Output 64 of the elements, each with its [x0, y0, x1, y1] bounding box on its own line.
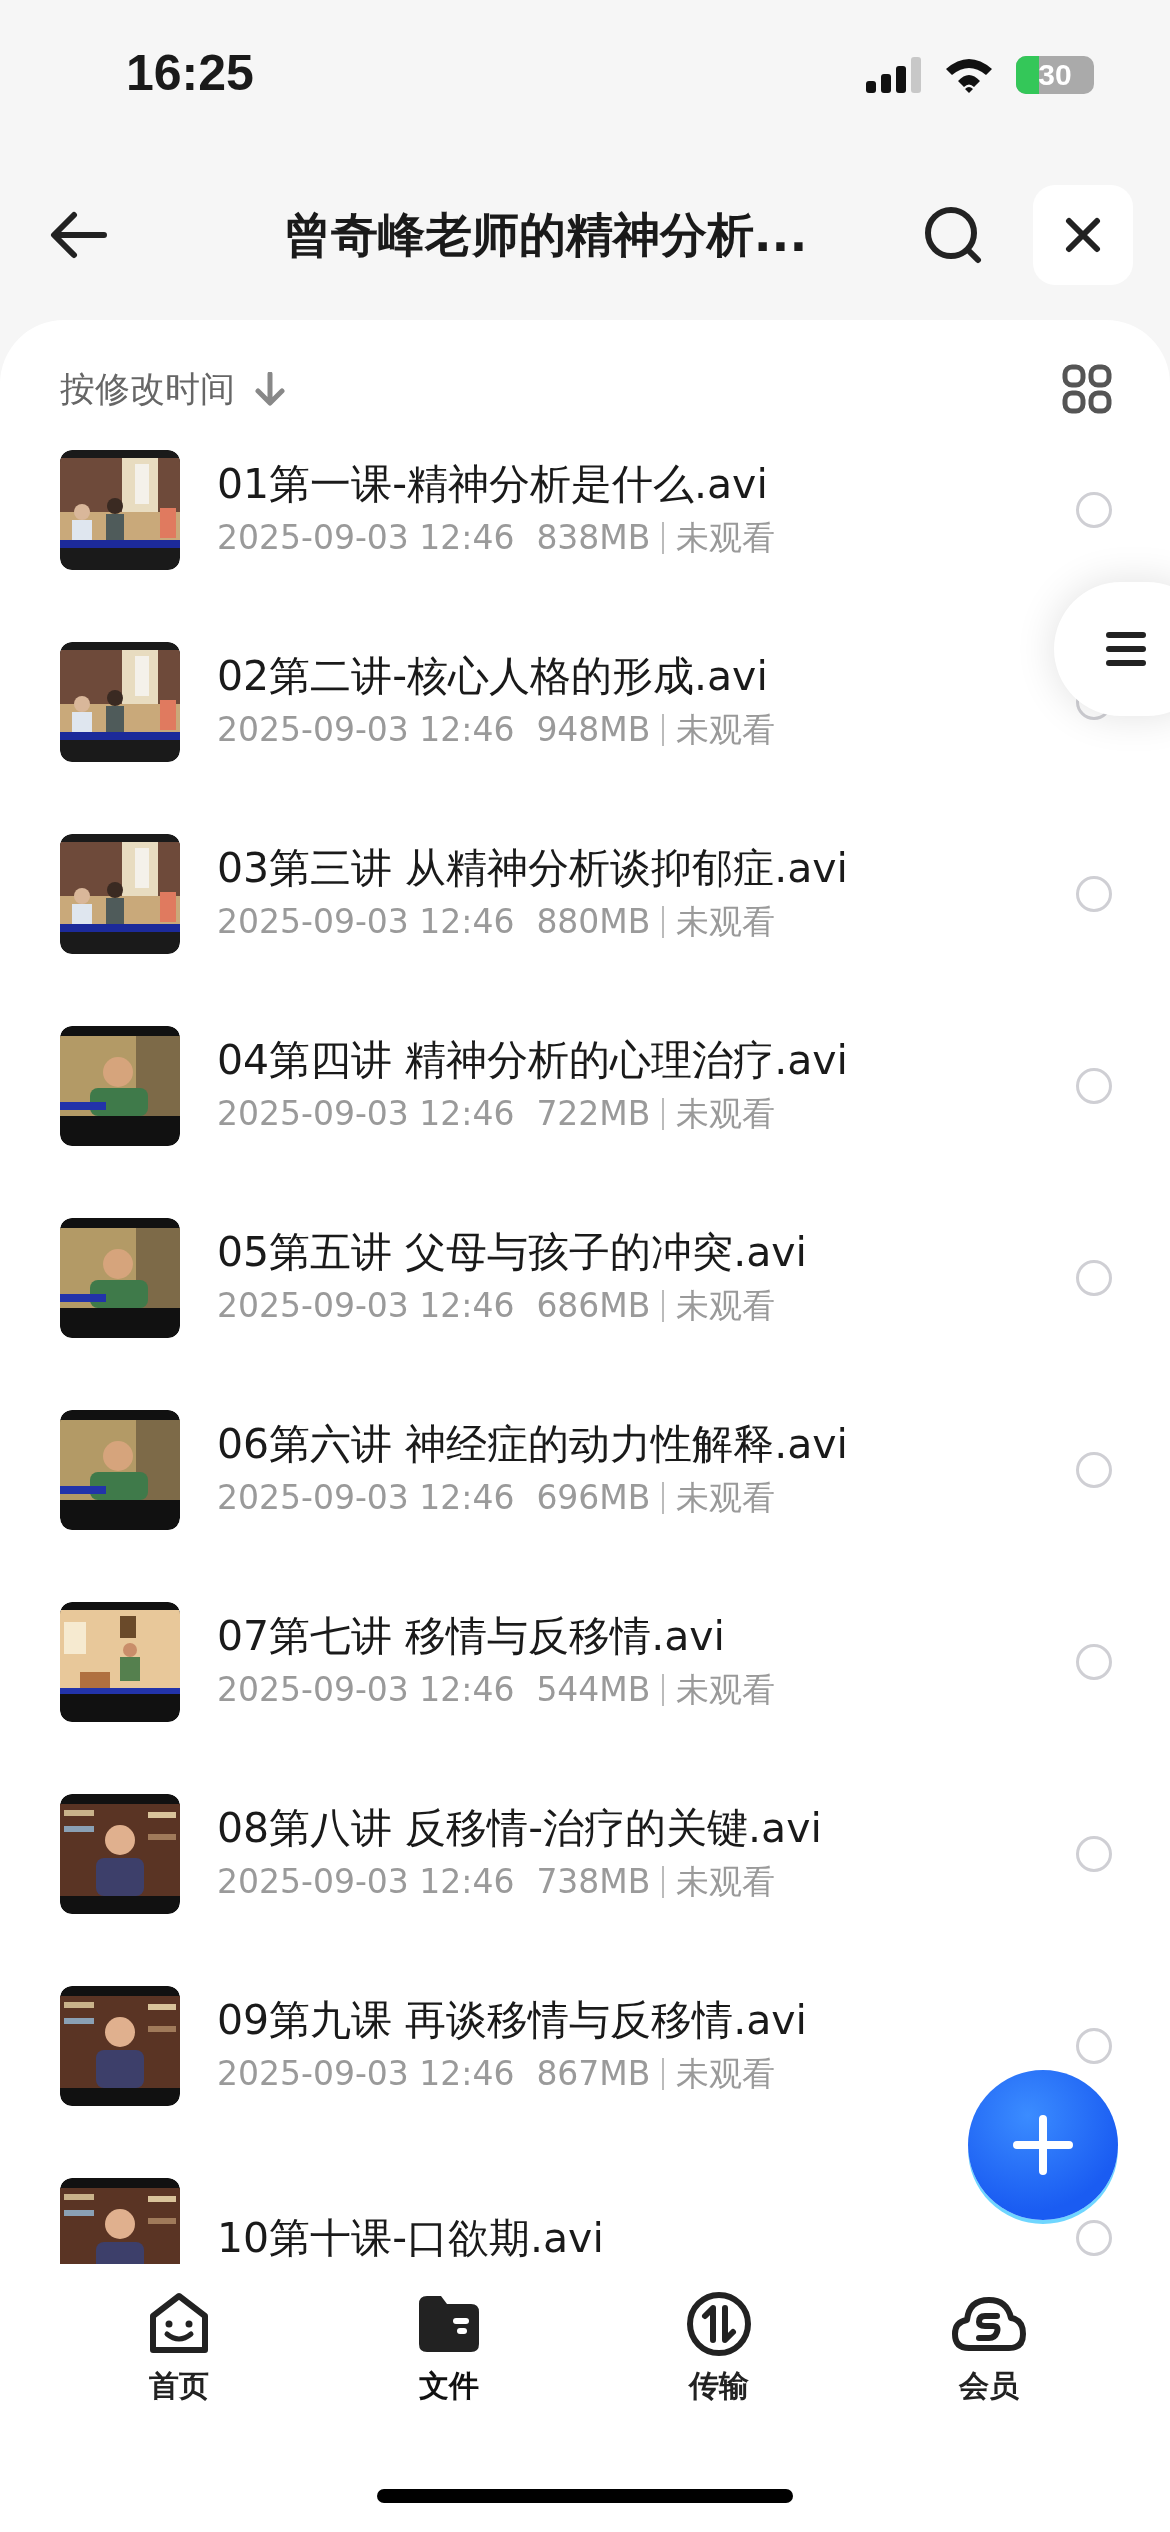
file-size: 838MB: [536, 517, 651, 559]
status-time: 16:25: [126, 44, 255, 102]
close-icon: [1065, 217, 1101, 253]
file-size: 722MB: [536, 1093, 651, 1135]
select-radio[interactable]: [1076, 492, 1112, 528]
watch-status: 未观看: [676, 1093, 776, 1135]
file-date: 2025-09-03 12:46: [217, 1285, 515, 1327]
watch-status: 未观看: [676, 1477, 776, 1519]
file-name: 08第八讲 反移情-治疗的关键.avi: [217, 1805, 823, 1851]
page-title: 曾奇峰老师的精神分析...: [282, 205, 809, 264]
watch-status: 未观看: [676, 1285, 776, 1327]
file-date: 2025-09-03 12:46: [217, 1669, 515, 1711]
down-arrow-icon: [255, 372, 285, 406]
file-date: 2025-09-03 12:46: [217, 1861, 515, 1903]
file-name: 01第一课-精神分析是什么.avi: [217, 461, 769, 507]
file-size: 738MB: [536, 1861, 651, 1903]
file-size: 686MB: [536, 1285, 651, 1327]
file-date: 2025-09-03 12:46: [217, 2053, 515, 2095]
file-name: 07第七讲 移情与反移情.avi: [217, 1613, 726, 1659]
watch-status: 未观看: [676, 1861, 776, 1903]
file-date: 2025-09-03 12:46: [217, 517, 515, 559]
select-radio[interactable]: [1076, 876, 1112, 912]
file-size: 880MB: [536, 901, 651, 943]
back-arrow-icon[interactable]: [50, 211, 108, 259]
plus-icon: [1013, 2115, 1073, 2175]
watch-status: 未观看: [676, 517, 776, 559]
select-radio[interactable]: [1076, 1068, 1112, 1104]
nav-tab[interactable]: 传输: [584, 2288, 854, 2407]
nav-tab[interactable]: 首页: [44, 2288, 314, 2407]
select-radio[interactable]: [1076, 2028, 1112, 2064]
file-name: 05第五讲 父母与孩子的冲突.avi: [217, 1229, 808, 1275]
file-date: 2025-09-03 12:46: [217, 901, 515, 943]
watch-status: 未观看: [676, 709, 776, 751]
select-radio[interactable]: [1076, 1260, 1112, 1296]
nav-tab[interactable]: 文件: [314, 2288, 584, 2407]
sort-button[interactable]: 按修改时间: [60, 365, 285, 413]
select-radio[interactable]: [1076, 1644, 1112, 1680]
file-size: 948MB: [536, 709, 651, 751]
close-button[interactable]: [1033, 185, 1133, 285]
nav-tab[interactable]: 会员: [854, 2288, 1124, 2407]
file-size: 696MB: [536, 1477, 651, 1519]
watch-status: 未观看: [676, 2053, 776, 2095]
search-icon[interactable]: [923, 205, 983, 265]
grid-view-icon[interactable]: [1062, 364, 1112, 414]
file-name: 02第二讲-核心人格的形成.avi: [217, 653, 769, 699]
file-date: 2025-09-03 12:46: [217, 1477, 515, 1519]
file-size: 544MB: [536, 1669, 651, 1711]
file-name: 03第三讲 从精神分析谈抑郁症.avi: [217, 845, 849, 891]
file-name: 04第四讲 精神分析的心理治疗.avi: [217, 1037, 849, 1083]
menu-icon: [1106, 631, 1146, 667]
file-name: 09第九课 再谈移情与反移情.avi: [217, 1997, 808, 2043]
signal-icon: [866, 57, 922, 93]
watch-status: 未观看: [676, 1669, 776, 1711]
watch-status: 未观看: [676, 901, 776, 943]
file-size: 867MB: [536, 2053, 651, 2095]
battery-indicator: 30: [1016, 56, 1094, 94]
file-name: 10第十课-口欲期.avi: [217, 2215, 605, 2261]
file-date: 2025-09-03 12:46: [217, 1093, 515, 1135]
file-date: 2025-09-03 12:46: [217, 709, 515, 751]
file-name: 06第六讲 神经症的动力性解释.avi: [217, 1421, 849, 1467]
wifi-icon: [944, 57, 994, 93]
select-radio[interactable]: [1076, 1452, 1112, 1488]
select-radio[interactable]: [1076, 2220, 1112, 2256]
select-radio[interactable]: [1076, 1836, 1112, 1872]
